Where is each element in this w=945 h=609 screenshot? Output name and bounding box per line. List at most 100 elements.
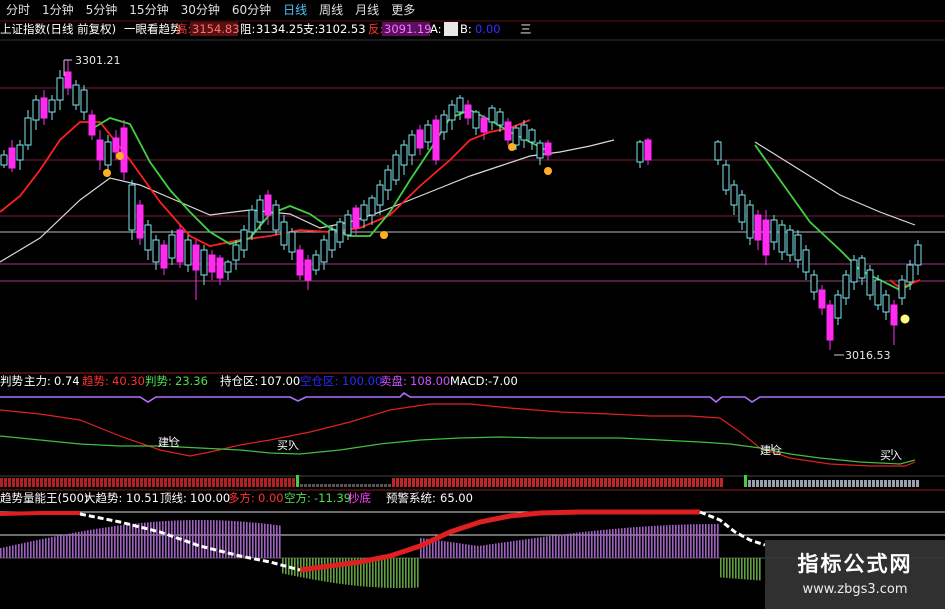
signal-tick [88,478,91,487]
candle-body [746,204,754,239]
signal-tick [224,478,227,487]
signal-tick [672,478,675,487]
signal-tick [156,478,159,487]
signal-tick [860,480,863,487]
volume-bar [483,545,485,558]
volume-bar [63,534,65,558]
candle-body [144,224,152,251]
volume-bar [120,525,122,558]
signal-tick [312,484,315,487]
buy-label-1: 买入 [277,439,299,452]
candle-body [176,229,184,263]
candle-body [304,259,312,281]
volume-bar [582,532,584,558]
signal-tick [708,478,711,487]
signal-tick [916,480,919,487]
signal-tick [92,478,95,487]
signal-tick [360,484,363,487]
volume-bar [681,524,683,558]
volume-bar [117,525,119,558]
candle-body [432,119,440,161]
volume-bar [714,524,716,558]
candle-body [464,104,472,119]
volume-bar [702,524,704,558]
candle-body [248,209,256,233]
volume-bar [0,548,2,558]
signal-tick [788,480,791,487]
volume-bar [3,547,5,558]
signal-tick [716,478,719,487]
signal-tick [176,478,179,487]
signal-tick [624,478,627,487]
volume-bar [573,533,575,558]
candle-body [288,231,296,253]
signal-tick [792,480,795,487]
volume-bar [297,558,299,577]
signal-tick [380,484,383,487]
signal-tick [272,478,275,487]
signal-tick [612,478,615,487]
signal-tick [892,480,895,487]
signal-tick [600,478,603,487]
candle-body [104,141,112,166]
volume-bar [132,523,134,558]
volume-bar [255,522,257,558]
volume-bar [669,525,671,558]
volume-bar [6,546,8,558]
signal-tick [432,478,435,487]
signal-tick [172,478,175,487]
signal-tick [396,478,399,487]
signal-tick [204,478,207,487]
signal-tick [844,480,847,487]
signal-tick [260,478,263,487]
volume-header: 趋势量能王(500) 大趋势: 10.51 顶线: 100.00 多方: 0.0… [0,491,945,507]
candle-body [384,169,392,191]
volume-bar [159,521,161,558]
volume-bar [456,542,458,558]
candle-body [722,164,730,191]
candle-body [296,249,304,276]
panshi-value: 23.36 [175,374,208,388]
volume-bar [618,528,620,558]
volume-bar [201,520,203,558]
volume-bar [471,545,473,558]
volume-bar [96,528,98,558]
signal-tick [856,480,859,487]
volume-bar [477,545,479,558]
signal-tick [656,478,659,487]
candle-body [184,239,192,266]
price-annotations: 3301.21 3016.53 [63,54,891,362]
volume-bar [27,542,29,558]
candle-body [448,104,456,121]
signal-tick [12,478,15,487]
signal-tick [400,478,403,487]
volume-bar [570,533,572,558]
volume-bar [9,546,11,558]
volume-bar [204,520,206,558]
signal-tick [352,484,355,487]
volume-bar [414,558,416,588]
signal-tick [364,484,367,487]
signal-tick [168,478,171,487]
signal-tick [468,478,471,487]
signal-tick [496,478,499,487]
volume-bar [111,526,113,558]
candle-body [232,244,240,261]
signal-tick [800,480,803,487]
signal-tick [608,478,611,487]
signal-tick [344,484,347,487]
volume-bar [549,536,551,558]
volume-bar [162,521,164,558]
signal-tick [332,484,335,487]
signal-tick [264,478,267,487]
volume-bar [195,520,197,558]
candle-body [536,142,544,159]
signal-tick [80,478,83,487]
candle-body [762,219,770,256]
watermark: 指标公式网 www.zbgs3.com [765,540,945,609]
volume-bar [174,520,176,558]
volume-bar [441,540,443,558]
volume-bar [741,558,743,580]
volume-bar [678,524,680,558]
volume-bar [693,524,695,558]
